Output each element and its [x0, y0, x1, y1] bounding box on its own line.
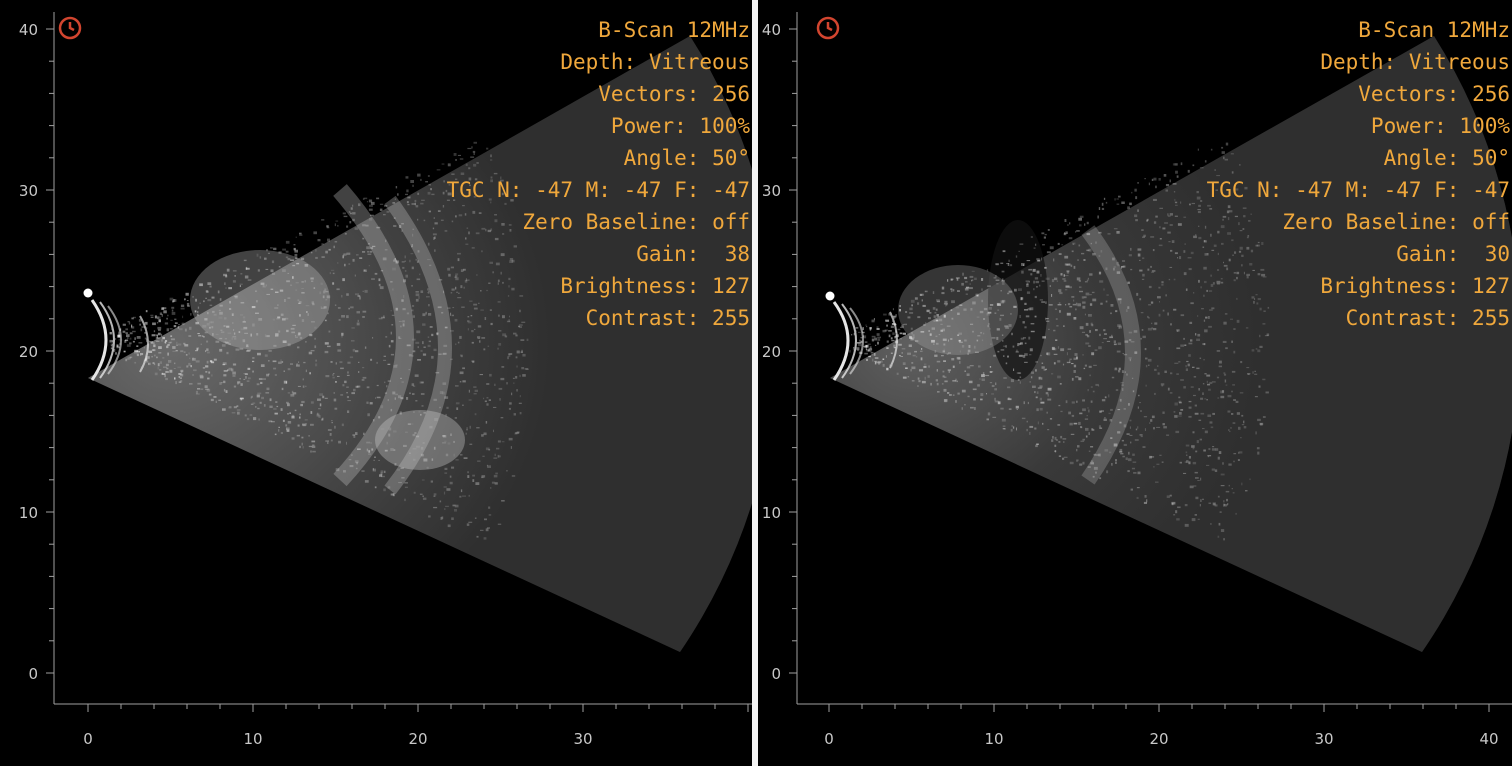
scan-parameter-line: TGC N: -47 M: -47 F: -47	[446, 178, 750, 202]
scan-parameter-line: Brightness: 127	[560, 274, 750, 298]
scan-parameter-line: B-Scan 12MHz	[598, 18, 750, 42]
scan-parameter-line: Brightness: 127	[1320, 274, 1510, 298]
scan-parameter-line: Angle: 50°	[623, 146, 750, 170]
y-tick-label: 0	[771, 665, 781, 683]
scan-panel-right: 0 10 20 30 40 0 10 20 30 40 B-Scan 12MHz Depth: Vi…	[758, 0, 1512, 766]
scan-parameter-line: Contrast: 255	[1345, 306, 1510, 330]
scan-parameter-line: Contrast: 255	[585, 306, 750, 330]
scan-parameter-line: Depth: Vitreous	[560, 50, 750, 74]
scan-parameter-line: Depth: Vitreous	[1320, 50, 1510, 74]
scan-panel-left: 0 10 20 30 0 10 20 30 40 B-Scan 12MHz Depth: Vitr…	[0, 0, 752, 766]
scan-parameter-line: Gain: 30	[1396, 242, 1510, 266]
x-tick-label: 40	[1479, 730, 1498, 748]
x-tick-label: 10	[984, 730, 1003, 748]
probe-marker-dot	[825, 291, 835, 301]
x-tick-label: 20	[1149, 730, 1168, 748]
x-tick-label: 10	[243, 730, 262, 748]
y-tick-label: 30	[762, 182, 781, 200]
x-tick-label: 30	[573, 730, 592, 748]
y-tick-label: 30	[19, 182, 38, 200]
clock-icon[interactable]	[815, 15, 841, 41]
x-tick-label: 30	[1314, 730, 1333, 748]
scan-parameters-overlay: B-Scan 12MHz Depth: Vitreous Vectors: 256 P…	[447, 14, 750, 334]
x-tick-label: 20	[408, 730, 427, 748]
y-tick-label: 20	[762, 343, 781, 361]
scan-parameter-line: Zero Baseline: off	[1282, 210, 1510, 234]
x-tick-label: 0	[824, 730, 834, 748]
y-tick-label: 40	[19, 21, 38, 39]
scan-parameter-line: Vectors: 256	[598, 82, 750, 106]
x-tick-label: 0	[83, 730, 93, 748]
y-tick-label: 10	[19, 504, 38, 522]
scan-parameter-line: Vectors: 256	[1358, 82, 1510, 106]
y-tick-label: 20	[19, 343, 38, 361]
probe-marker-dot	[83, 288, 93, 298]
scan-parameter-line: Zero Baseline: off	[522, 210, 750, 234]
scan-parameters-overlay: B-Scan 12MHz Depth: Vitreous Vectors: 256 P…	[1207, 14, 1510, 334]
scan-parameter-line: Power: 100%	[1370, 114, 1510, 138]
scan-parameter-line: B-Scan 12MHz	[1358, 18, 1510, 42]
scan-parameter-line: TGC N: -47 M: -47 F: -47	[1206, 178, 1510, 202]
y-tick-label: 10	[762, 504, 781, 522]
scan-parameter-line: Gain: 38	[636, 242, 750, 266]
y-tick-label: 40	[762, 21, 781, 39]
scan-parameter-line: Power: 100%	[610, 114, 750, 138]
y-tick-label: 0	[28, 665, 38, 683]
clock-icon[interactable]	[57, 15, 83, 41]
scan-parameter-line: Angle: 50°	[1383, 146, 1510, 170]
